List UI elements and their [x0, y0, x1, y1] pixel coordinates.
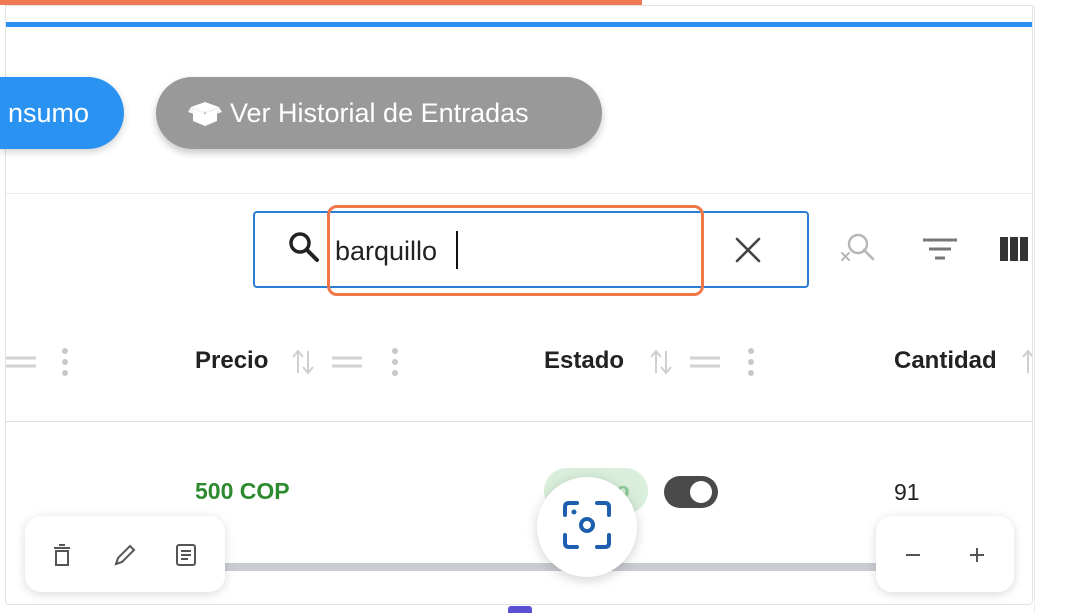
- add-supply-label: nsumo: [8, 97, 90, 128]
- details-icon[interactable]: [171, 540, 201, 570]
- sort-icon[interactable]: [1022, 347, 1032, 377]
- column-header-status[interactable]: Estado: [544, 347, 624, 375]
- screen-capture-button[interactable]: [537, 477, 637, 577]
- right-gutter: [1034, 5, 1072, 613]
- edit-icon[interactable]: [110, 540, 140, 570]
- page: nsumo Ver Historial de Entradas barquill…: [0, 0, 1072, 613]
- sort-icon[interactable]: [648, 347, 674, 377]
- view-entries-history-button[interactable]: Ver Historial de Entradas: [156, 77, 602, 149]
- zoom-in-icon[interactable]: [962, 540, 992, 570]
- search-icon: [289, 232, 319, 262]
- table-cell-price: 500 COP: [195, 478, 290, 504]
- column-header-price[interactable]: Precio: [195, 347, 268, 375]
- view-columns-icon[interactable]: [996, 227, 1032, 271]
- box-open-icon: [188, 102, 222, 126]
- clear-search-icon[interactable]: [728, 233, 768, 269]
- bottom-indicator: [508, 606, 532, 613]
- column-drag-handle-icon[interactable]: [6, 353, 36, 371]
- toolbar-divider: [6, 193, 1032, 194]
- camera-scan-icon: [563, 501, 611, 549]
- filter-list-icon[interactable]: [918, 227, 962, 271]
- column-menu-icon[interactable]: [746, 345, 756, 379]
- table-cell-quantity: 91: [894, 479, 920, 505]
- column-menu-icon[interactable]: [390, 345, 400, 379]
- column-menu-icon[interactable]: [60, 345, 70, 379]
- column-drag-handle-icon[interactable]: [332, 353, 362, 371]
- view-entries-history-label: Ver Historial de Entradas: [230, 97, 529, 128]
- header-divider: [6, 421, 1032, 422]
- column-drag-handle-icon[interactable]: [690, 353, 720, 371]
- sort-icon[interactable]: [290, 347, 316, 377]
- zoom-controls: [876, 516, 1014, 592]
- column-header-quantity[interactable]: Cantidad: [894, 347, 997, 375]
- delete-icon[interactable]: [47, 540, 77, 570]
- text-caret: [456, 231, 458, 269]
- search-off-icon[interactable]: [836, 227, 880, 271]
- header-accent-rule: [6, 22, 1032, 27]
- row-actions-toolbar: [25, 516, 225, 592]
- zoom-out-icon[interactable]: [898, 540, 928, 570]
- add-supply-button[interactable]: nsumo: [0, 77, 124, 149]
- status-toggle-knob: [690, 481, 712, 503]
- search-input[interactable]: [335, 228, 691, 274]
